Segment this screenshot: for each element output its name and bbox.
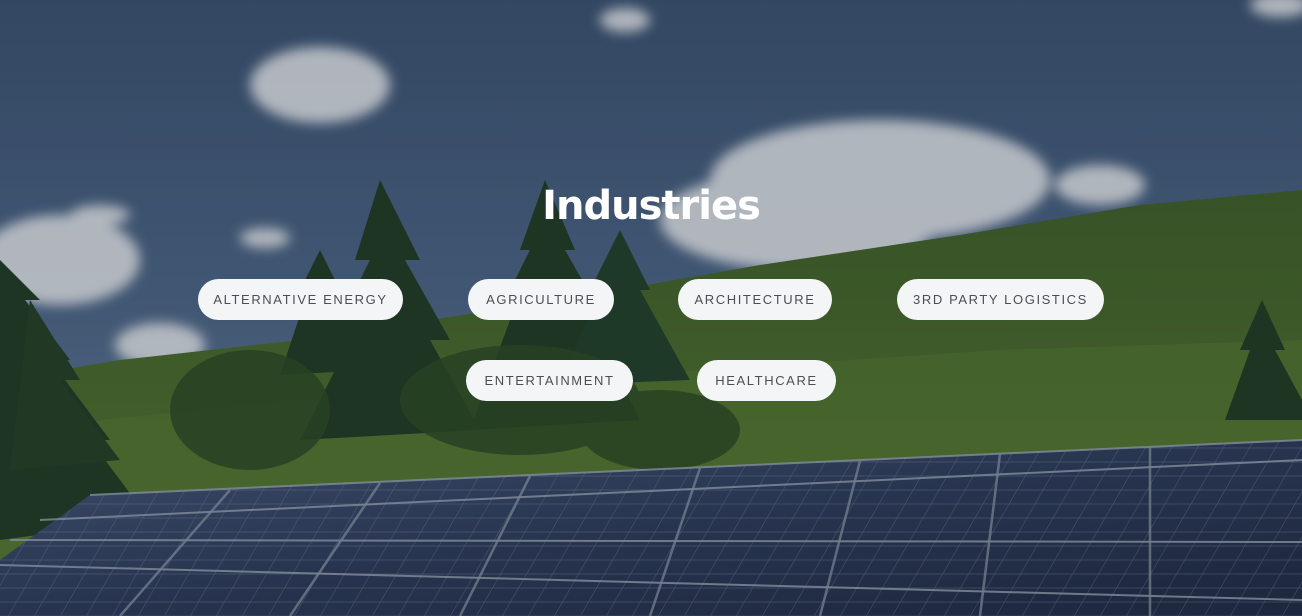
section-title: Industries <box>542 183 761 229</box>
industry-button-3rd-party-logistics[interactable]: 3RD PARTY LOGISTICS <box>897 279 1104 320</box>
industry-button-entertainment[interactable]: ENTERTAINMENT <box>466 360 633 401</box>
industry-button-alternative-energy[interactable]: ALTERNATIVE ENERGY <box>198 279 403 320</box>
industry-button-agriculture[interactable]: AGRICULTURE <box>468 279 614 320</box>
industry-button-healthcare[interactable]: HEALTHCARE <box>697 360 836 401</box>
darkening-overlay <box>0 0 1302 616</box>
industries-hero-section: Industries ALTERNATIVE ENERGY AGRICULTUR… <box>0 0 1302 616</box>
industry-button-architecture[interactable]: ARCHITECTURE <box>678 279 832 320</box>
